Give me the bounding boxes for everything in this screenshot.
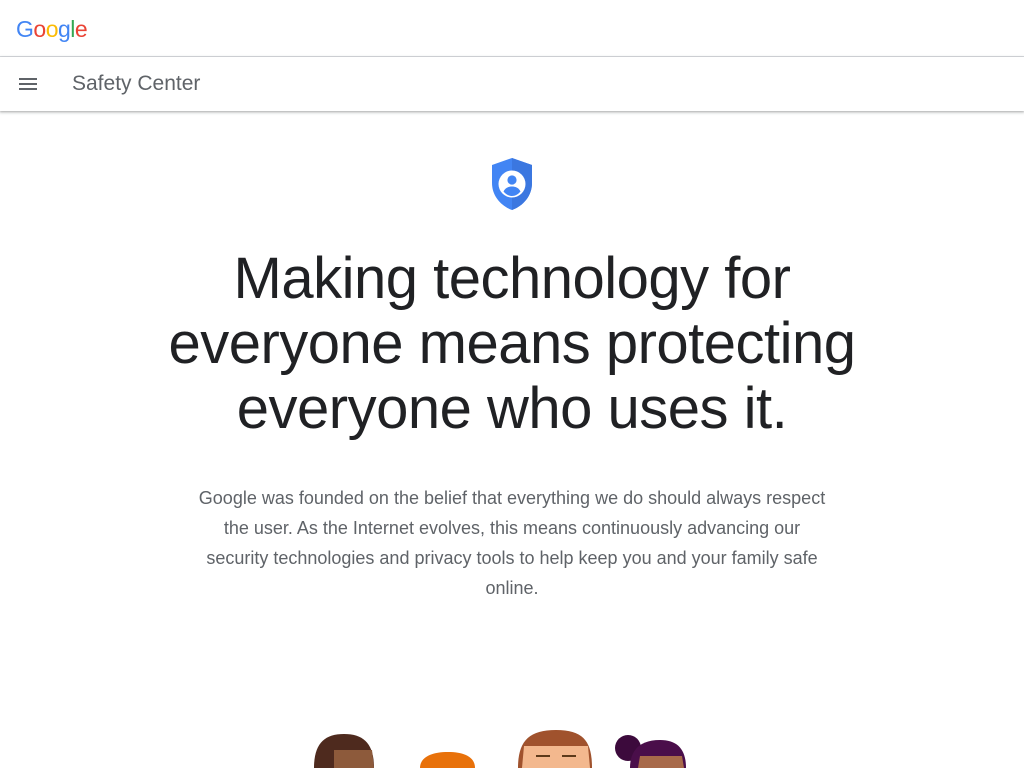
top-header: Google [0,0,1024,57]
shield-person-icon [492,158,532,210]
logo-letter: o [45,16,59,42]
google-logo[interactable]: Google [16,14,88,44]
hamburger-menu-icon[interactable] [8,64,48,104]
logo-letter: e [74,16,88,42]
intro-paragraph: Google was founded on the belief that ev… [198,488,826,598]
logo-letter: G [16,16,34,42]
people-illustration [314,730,686,768]
logo-letter: g [57,16,71,42]
nav-bar: Safety Center [0,57,1024,111]
page-headline: Making technology for everyone means pro… [168,246,856,441]
logo-letter: o [33,16,46,42]
site-title[interactable]: Safety Center [72,71,200,97]
